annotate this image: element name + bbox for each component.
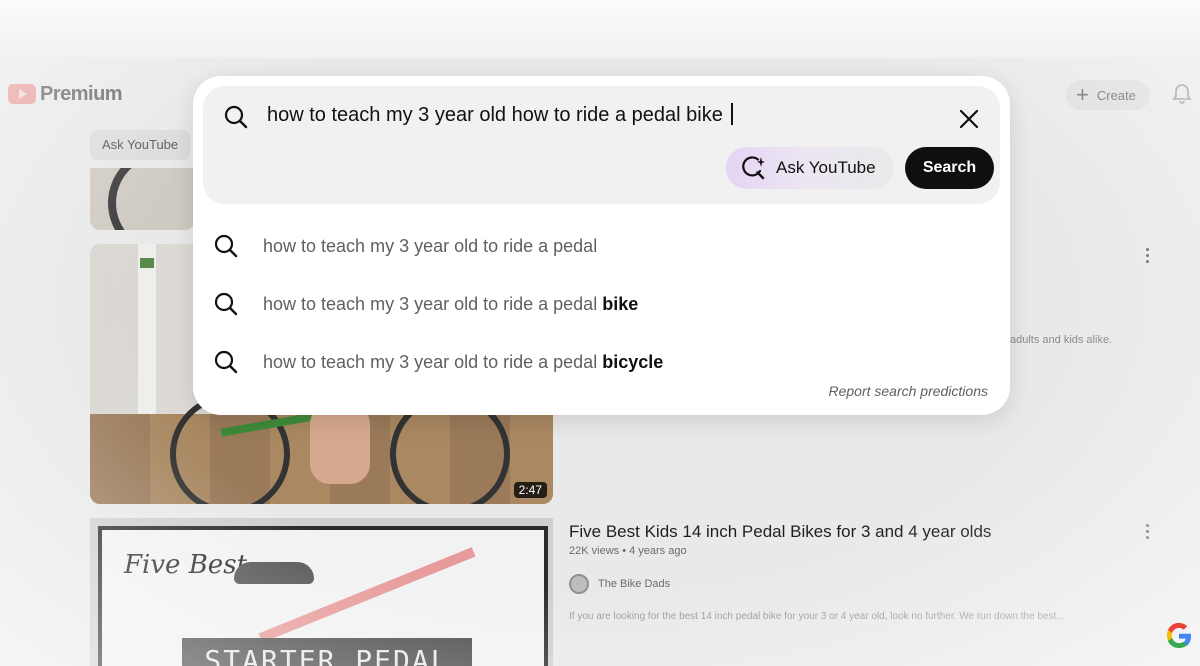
create-button[interactable]: + Create: [1066, 80, 1150, 110]
plus-icon: +: [1076, 82, 1089, 107]
search-input[interactable]: how to teach my 3 year old how to ride a…: [267, 103, 733, 127]
video-thumbnail[interactable]: Five Best STARTER PEDAL BIKES: [90, 518, 553, 666]
text-caret: [730, 103, 733, 125]
ask-youtube-button[interactable]: Ask YouTube: [726, 147, 894, 189]
thumbnail-script-text: Five Best: [124, 550, 247, 580]
search-query-text: how to teach my 3 year old how to ride a…: [267, 104, 723, 126]
video-description-snippet: adults and kids alike.: [1010, 334, 1113, 346]
video-meta: 22K views • 4 years ago: [569, 545, 687, 557]
thumbnail-banner-text: STARTER PEDAL BIKES: [182, 638, 472, 666]
youtube-play-icon: [8, 84, 36, 104]
search-overlay: how to teach my 3 year old how to ride a…: [193, 76, 1010, 415]
sparkle-search-icon: [742, 156, 765, 180]
search-button[interactable]: Search: [905, 147, 994, 189]
close-icon[interactable]: [958, 108, 980, 130]
pipe-cap-graphic: [140, 258, 154, 268]
google-logo-icon: [1166, 622, 1192, 649]
search-icon: [214, 234, 238, 258]
suggestion-item[interactable]: how to teach my 3 year old to ride a ped…: [213, 226, 993, 266]
suggestion-item[interactable]: how to teach my 3 year old to ride a ped…: [213, 342, 993, 382]
bike-wheel-graphic: [108, 168, 195, 230]
bell-icon[interactable]: [1170, 82, 1194, 106]
suggestion-text: how to teach my 3 year old to ride a ped…: [263, 235, 598, 256]
video-description: If you are looking for the best 14 inch …: [569, 611, 1065, 622]
suggestion-completion: bicycle: [602, 351, 664, 372]
more-vert-icon[interactable]: [1144, 524, 1150, 542]
ask-youtube-chip[interactable]: Ask YouTube: [90, 130, 191, 160]
ask-youtube-label: Ask YouTube: [776, 158, 876, 177]
top-blur-strip: [0, 0, 1200, 58]
channel-row[interactable]: The Bike Dads: [569, 574, 670, 594]
video-thumbnail-partial[interactable]: [90, 168, 195, 230]
search-icon: [214, 292, 238, 316]
child-legs-graphic: [310, 404, 370, 484]
search-box: how to teach my 3 year old how to ride a…: [203, 86, 1000, 204]
suggestion-item[interactable]: how to teach my 3 year old to ride a ped…: [213, 284, 993, 324]
channel-avatar[interactable]: [569, 574, 589, 594]
search-icon: [214, 350, 238, 374]
thumbnail-frame: Five Best STARTER PEDAL BIKES: [98, 526, 548, 666]
bike-seat-graphic: [234, 562, 314, 584]
wall-pipe-graphic: [138, 244, 156, 434]
report-search-predictions-link[interactable]: Report search predictions: [828, 383, 988, 399]
search-icon: [224, 105, 248, 129]
suggestion-text: how to teach my 3 year old to ride a ped…: [263, 293, 598, 314]
logo-word: Premium: [40, 82, 123, 105]
suggestion-completion: bike: [602, 293, 639, 314]
youtube-premium-logo[interactable]: Premium: [8, 82, 123, 105]
more-vert-icon[interactable]: [1144, 248, 1150, 266]
channel-name[interactable]: The Bike Dads: [598, 578, 670, 590]
video-duration-badge: 2:47: [513, 482, 547, 498]
suggestion-text: how to teach my 3 year old to ride a ped…: [263, 351, 598, 372]
video-title[interactable]: Five Best Kids 14 inch Pedal Bikes for 3…: [569, 522, 991, 542]
create-label: Create: [1096, 87, 1136, 103]
